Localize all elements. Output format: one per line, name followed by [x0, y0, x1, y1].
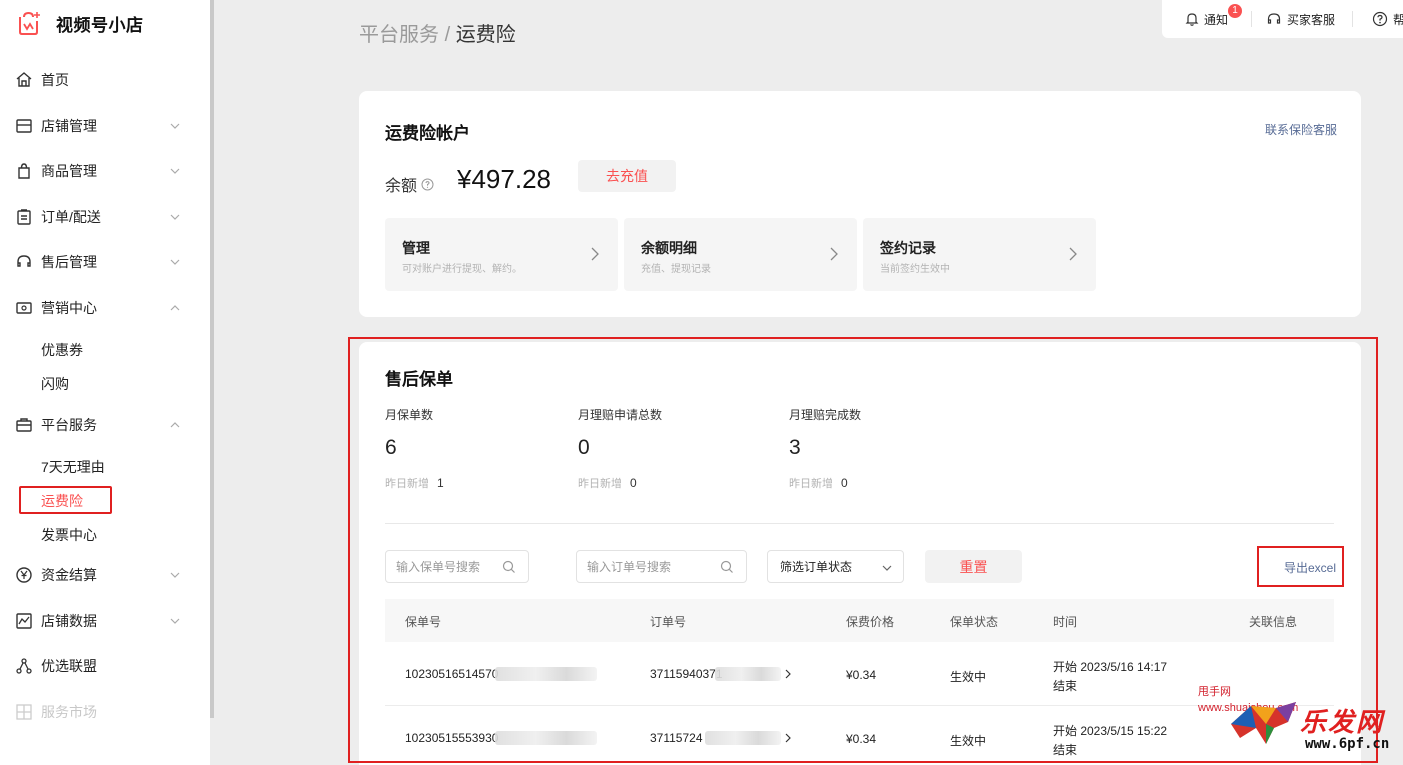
breadcrumb-current: 运费险 — [455, 24, 516, 46]
sidebar-item-label: 营销中心 — [41, 300, 97, 316]
yen-icon — [16, 567, 32, 583]
breadcrumb-parent[interactable]: 平台服务 — [359, 24, 439, 46]
sidebar-subitem-invoice-center[interactable]: 发票中心 — [41, 525, 97, 545]
sidebar-item-products[interactable]: 商品管理 — [0, 153, 210, 189]
notifications-button[interactable]: 通知 — [1184, 11, 1228, 28]
chevron-down-icon — [170, 168, 180, 174]
grid-icon — [16, 704, 32, 720]
sidebar-subitem-7day-return[interactable]: 7天无理由 — [41, 457, 105, 477]
watermark-brand-url: www.6pf.cn — [1305, 736, 1390, 752]
sidebar-subitem-coupons[interactable]: 优惠券 — [41, 340, 83, 360]
account-title: 运费险帐户 — [385, 124, 470, 143]
sidebar-item-alliance[interactable]: 优选联盟 — [0, 648, 210, 684]
sidebar-item-home[interactable]: 首页 — [0, 62, 210, 98]
breadcrumb: 平台服务 / 运费险 — [359, 18, 516, 47]
contact-insurance-service-link[interactable]: 联系保险客服 — [1265, 121, 1337, 138]
help-label: 帮 — [1393, 12, 1403, 27]
bull-logo-icon — [1231, 702, 1296, 744]
sidebar-item-label: 店铺管理 — [41, 118, 97, 134]
sidebar-item-platform-services[interactable]: 平台服务 — [0, 407, 210, 443]
tile-balance-details[interactable]: 余额明细 充值、提现记录 — [624, 218, 857, 291]
headset-icon — [1267, 13, 1281, 24]
recharge-button[interactable]: 去充值 — [578, 160, 676, 192]
chevron-right-icon — [591, 247, 599, 261]
sidebar-scrollbar[interactable] — [210, 0, 214, 718]
notifications-label: 通知 — [1204, 12, 1229, 27]
sidebar-item-settlement[interactable]: 资金结算 — [0, 557, 210, 593]
sidebar-item-aftersales[interactable]: 售后管理 — [0, 244, 210, 280]
tile-manage[interactable]: 管理 可对账户进行提现、解约。 — [385, 218, 618, 291]
highlight-box-active-menu — [19, 486, 112, 514]
toolbar-divider — [1251, 11, 1252, 27]
clipboard-icon — [17, 209, 31, 225]
sidebar-item-service-market[interactable]: 服务市场 — [0, 694, 210, 730]
sidebar-item-store[interactable]: 店铺管理 — [0, 108, 210, 144]
balance-label: 余额 — [385, 178, 418, 195]
sidebar-item-label: 订单/配送 — [41, 209, 101, 225]
insurance-account-card: 运费险帐户 联系保险客服 余额 ¥497.28 去充值 管理 可对账户进行提现、… — [359, 91, 1361, 317]
sidebar-subitem-flash-sale[interactable]: 闪购 — [41, 374, 69, 394]
sidebar-item-label: 优选联盟 — [41, 658, 97, 674]
chevron-down-icon — [170, 259, 180, 265]
tile-title: 管理 — [402, 240, 430, 256]
help-icon — [1372, 11, 1388, 27]
network-icon — [16, 658, 32, 674]
tile-desc: 当前签约生效中 — [880, 264, 950, 275]
buyer-service-button[interactable]: 买家客服 — [1266, 11, 1335, 28]
chevron-up-icon — [170, 305, 180, 311]
breadcrumb-separator: / — [444, 24, 451, 46]
chevron-down-icon — [170, 123, 180, 129]
bag-icon — [18, 163, 30, 179]
briefcase-icon — [16, 418, 32, 432]
sidebar-item-store-data[interactable]: 店铺数据 — [0, 603, 210, 639]
chevron-right-icon — [830, 247, 838, 261]
sidebar-item-label: 首页 — [41, 72, 69, 88]
chevron-down-icon — [170, 572, 180, 578]
bell-icon — [1185, 13, 1199, 26]
balance-value: ¥497.28 — [457, 164, 551, 194]
shop-logo-icon — [19, 11, 40, 35]
sidebar: 视频号小店 首页 店铺管理 商品管理 订单/配送 售后管理 营销中心 优惠券 闪… — [0, 0, 210, 765]
question-icon[interactable] — [421, 178, 434, 191]
chevron-down-icon — [170, 618, 180, 624]
top-toolbar: 通知 1 买家客服 帮 — [1162, 0, 1403, 38]
sidebar-item-label: 店铺数据 — [41, 613, 97, 629]
chevron-up-icon — [170, 422, 180, 428]
chevron-right-icon — [1069, 247, 1077, 261]
sidebar-item-orders[interactable]: 订单/配送 — [0, 199, 210, 235]
tile-contract-records[interactable]: 签约记录 当前签约生效中 — [863, 218, 1096, 291]
ticket-icon — [16, 302, 32, 314]
sidebar-item-label: 服务市场 — [41, 704, 97, 720]
toolbar-divider — [1352, 11, 1353, 27]
buyer-service-label: 买家客服 — [1287, 12, 1336, 27]
sidebar-item-label: 商品管理 — [41, 163, 97, 179]
store-icon — [16, 119, 32, 133]
tile-desc: 充值、提现记录 — [641, 264, 711, 275]
balance-label-group: 余额 — [385, 172, 434, 196]
highlight-box-export — [1257, 546, 1344, 587]
sidebar-item-label: 资金结算 — [41, 567, 97, 583]
help-button[interactable]: 帮 — [1372, 11, 1403, 28]
app-name: 视频号小店 — [56, 15, 144, 35]
tile-desc: 可对账户进行提现、解约。 — [402, 264, 522, 275]
tile-title: 余额明细 — [641, 240, 697, 256]
sidebar-item-label: 平台服务 — [41, 417, 97, 433]
sidebar-item-label: 售后管理 — [41, 254, 97, 270]
notification-count-badge: 1 — [1228, 4, 1242, 18]
headset-icon — [17, 255, 31, 267]
app-logo[interactable]: 视频号小店 — [16, 10, 144, 36]
sidebar-item-marketing[interactable]: 营销中心 — [0, 290, 210, 326]
chart-icon — [16, 613, 32, 629]
watermark-brand: 乐发网 — [1300, 708, 1385, 738]
tile-title: 签约记录 — [880, 240, 936, 256]
home-icon — [16, 72, 32, 87]
chevron-down-icon — [170, 214, 180, 220]
